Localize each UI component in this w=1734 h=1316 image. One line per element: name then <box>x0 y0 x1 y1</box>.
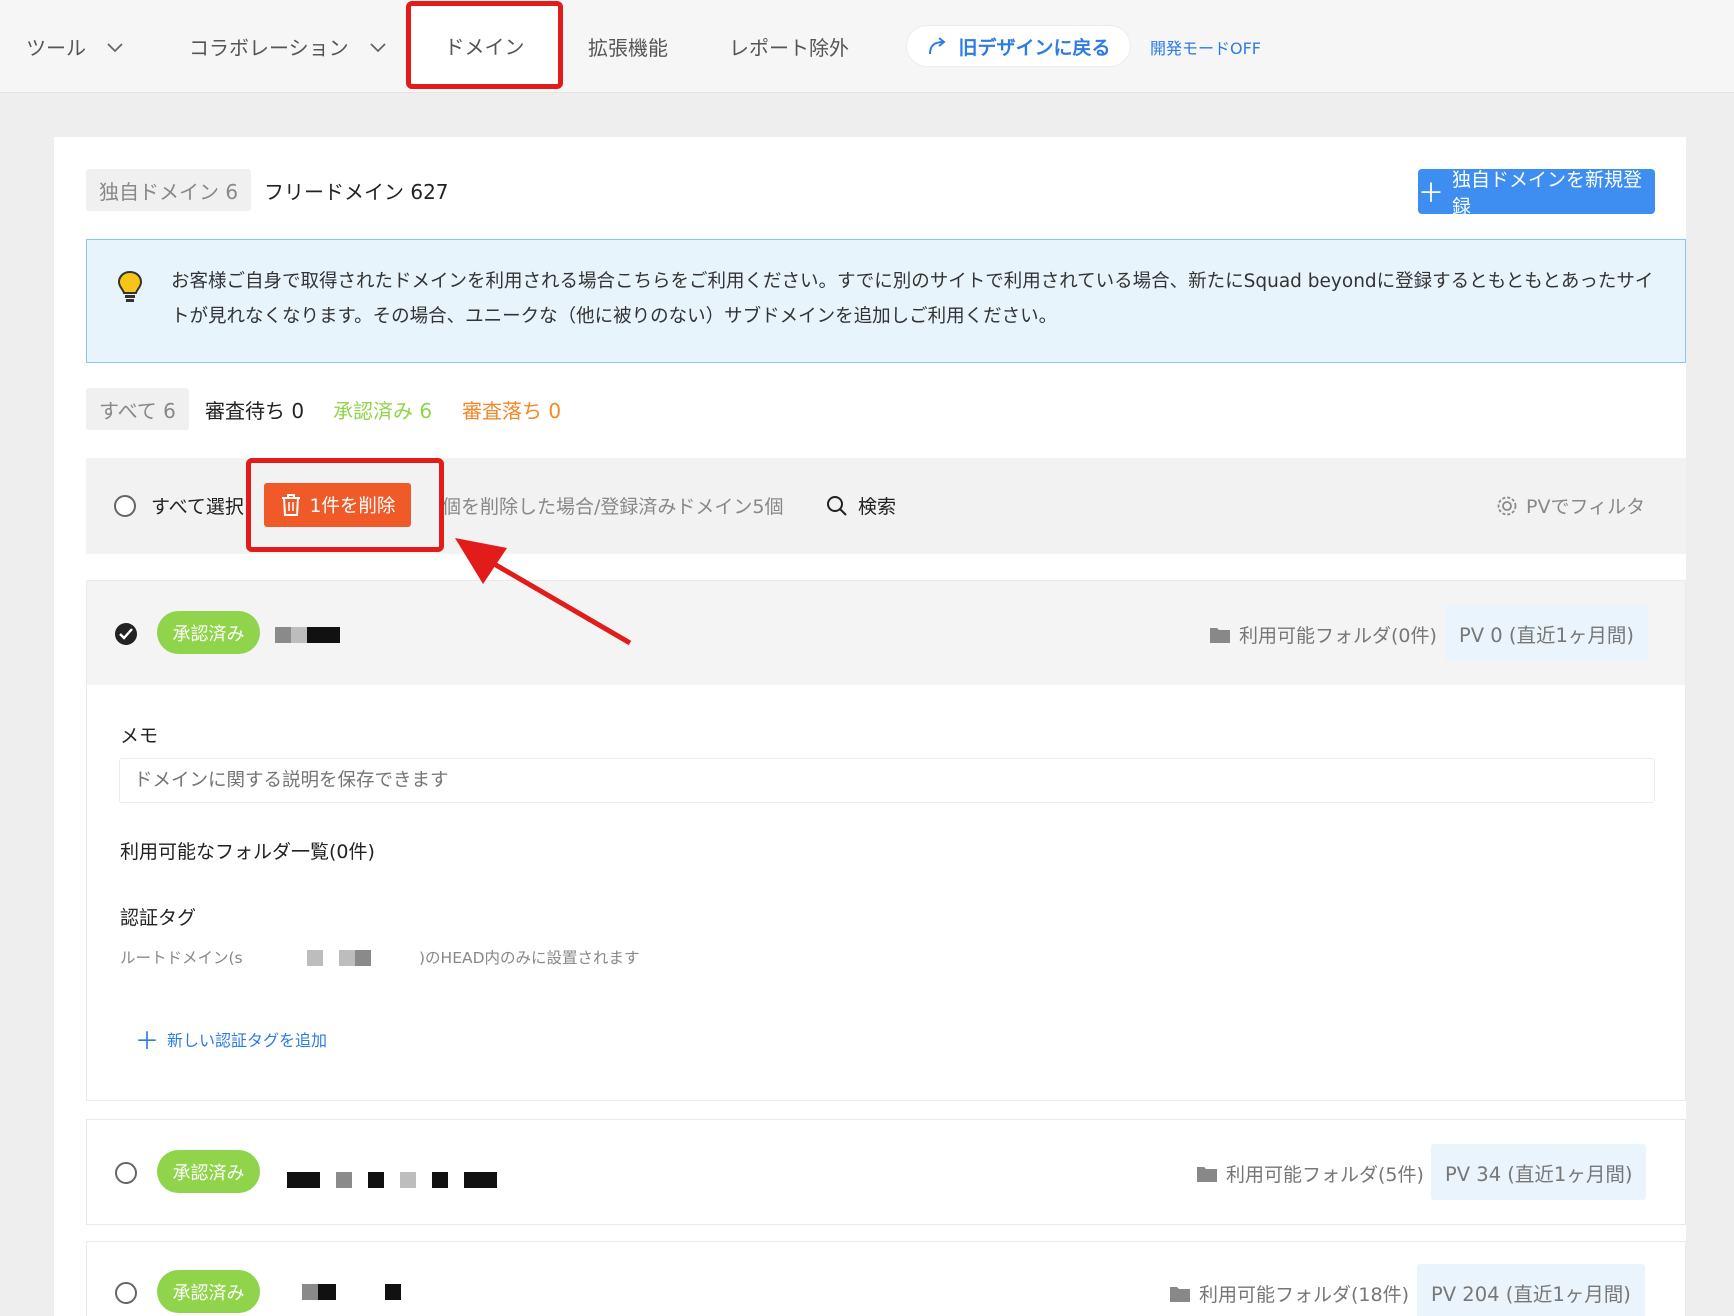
status-badge: 承認済み <box>157 1150 260 1193</box>
search-label: 検索 <box>858 496 897 518</box>
domain-card-header[interactable]: 承認済み 利用可能フォルダ(5件) PV 34 (直近1ヶ月間) <box>87 1120 1685 1224</box>
top-nav: ツール コラボレーション ドメイン 拡張機能 レポート除外 旧デザインに戻る 開… <box>0 0 1734 93</box>
folder-count: 利用可能フォルダ(5件) <box>1196 1160 1424 1187</box>
domain-card-header[interactable]: 承認済み 利用可能フォルダ(0件) PV 0 (直近1ヶ月間) <box>87 581 1685 685</box>
auth-tag-label: 認証タグ <box>120 907 197 929</box>
new-domain-button[interactable]: ＋ 独自ドメインを新規登録 <box>1418 169 1655 218</box>
select-all-label: すべて選択 <box>151 496 244 518</box>
filter-pending[interactable]: 審査待ち 0 <box>192 388 317 430</box>
domain-card: 承認済み 利用可能フォルダ(18件) PV 204 (直近1ヶ月間) <box>86 1241 1686 1316</box>
select-radio[interactable] <box>115 1162 137 1184</box>
nav-report-exclude[interactable]: レポート除外 <box>729 0 849 93</box>
pv-filter-button[interactable]: PVでフィルタ <box>1496 492 1645 519</box>
tab-free-domain[interactable]: フリードメイン 627 <box>251 169 462 211</box>
status-badge: 承認済み <box>157 1270 260 1313</box>
check-icon <box>119 628 133 640</box>
select-all-radio[interactable] <box>114 495 136 517</box>
chevron-down-icon <box>369 42 386 52</box>
nav-collab[interactable]: コラボレーション <box>189 0 387 93</box>
checked-radio[interactable] <box>115 623 137 645</box>
folder-icon <box>1197 1167 1217 1182</box>
memo-label: メモ <box>120 725 159 747</box>
nav-domain[interactable]: ドメイン <box>406 1 563 89</box>
add-auth-tag-label: 新しい認証タグを追加 <box>167 1030 328 1050</box>
chevron-down-icon <box>107 42 123 52</box>
info-text: お客様ご自身で取得されたドメインを利用される場合こちらをご利用ください。すでに別… <box>171 271 1654 327</box>
delete-button[interactable]: 1件を削除 <box>264 483 411 527</box>
nav-report-exclude-label: レポート除外 <box>729 36 849 60</box>
redo-arrow-icon <box>929 37 947 55</box>
nav-tools-label: ツール <box>26 36 86 60</box>
domain-card: 承認済み 利用可能フォルダ(0件) PV 0 (直近1ヶ月間) メモ 利用可能な… <box>86 580 1686 1101</box>
plus-icon: ＋ <box>135 1027 159 1055</box>
nav-collab-label: コラボレーション <box>189 36 349 60</box>
gear-icon <box>1497 496 1517 515</box>
memo-input[interactable] <box>119 758 1655 803</box>
domain-card-header[interactable]: 承認済み 利用可能フォルダ(18件) PV 204 (直近1ヶ月間) <box>87 1242 1685 1316</box>
folder-count-text: 利用可能フォルダ(5件) <box>1226 1164 1424 1186</box>
trash-icon <box>281 494 300 516</box>
new-domain-label: 独自ドメインを新規登録 <box>1452 168 1643 218</box>
lightbulb-icon <box>117 270 143 302</box>
folder-count-text: 利用可能フォルダ(18件) <box>1199 1284 1410 1306</box>
nav-extensions[interactable]: 拡張機能 <box>588 0 668 93</box>
plus-icon: ＋ <box>1418 179 1445 209</box>
folder-icon <box>1170 1287 1190 1302</box>
search-icon <box>827 495 847 516</box>
folder-count: 利用可能フォルダ(0件) <box>1209 621 1437 648</box>
main-panel: 独自ドメイン 6 フリードメイン 627 ＋ 独自ドメインを新規登録 お客様ご自… <box>54 137 1686 1316</box>
auth-tag-note-prefix: ルートドメイン(s <box>120 949 243 967</box>
folder-count-text: 利用可能フォルダ(0件) <box>1239 625 1437 647</box>
domain-card: 承認済み 利用可能フォルダ(5件) PV 34 (直近1ヶ月間) <box>86 1119 1686 1225</box>
pv-count: PV 204 (直近1ヶ月間) <box>1417 1264 1645 1316</box>
filter-all[interactable]: すべて 6 <box>86 388 189 430</box>
auth-tag-note-suffix: )のHEAD内のみに設置されます <box>419 949 640 967</box>
pv-count: PV 0 (直近1ヶ月間) <box>1445 605 1649 661</box>
nav-domain-label: ドメイン <box>444 34 525 59</box>
info-banner: お客様ご自身で取得されたドメインを利用される場合こちらをご利用ください。すでに別… <box>86 239 1686 363</box>
pv-filter-label: PVでフィルタ <box>1526 496 1646 518</box>
nav-extensions-label: 拡張機能 <box>588 36 668 60</box>
dev-mode-toggle[interactable]: 開発モードOFF <box>1150 35 1261 59</box>
bulk-toolbar: すべて選択 個を削除した場合/登録済みドメイン5個 1件を削除 検索 PVでフィ… <box>86 458 1686 554</box>
status-badge: 承認済み <box>157 611 260 654</box>
old-design-label: 旧デザインに戻る <box>958 36 1111 59</box>
tab-own-domain[interactable]: 独自ドメイン 6 <box>86 169 252 211</box>
folder-list-label: 利用可能なフォルダ一覧(0件) <box>120 841 375 863</box>
nav-tools[interactable]: ツール <box>26 0 124 93</box>
folder-count: 利用可能フォルダ(18件) <box>1169 1280 1409 1307</box>
add-auth-tag-link[interactable]: ＋ 新しい認証タグを追加 <box>135 1021 327 1056</box>
annotation-arrow-icon <box>455 538 632 646</box>
search-button[interactable]: 検索 <box>826 492 896 519</box>
filter-approved[interactable]: 承認済み 6 <box>320 388 445 430</box>
old-design-button[interactable]: 旧デザインに戻る <box>907 26 1130 66</box>
delete-note: 個を削除した場合/登録済みドメイン5個 <box>442 496 784 518</box>
pv-count: PV 34 (直近1ヶ月間) <box>1431 1144 1647 1200</box>
delete-label: 1件を削除 <box>309 496 396 517</box>
select-radio[interactable] <box>115 1282 137 1304</box>
filter-rejected[interactable]: 審査落ち 0 <box>449 388 574 430</box>
folder-icon <box>1210 628 1230 643</box>
